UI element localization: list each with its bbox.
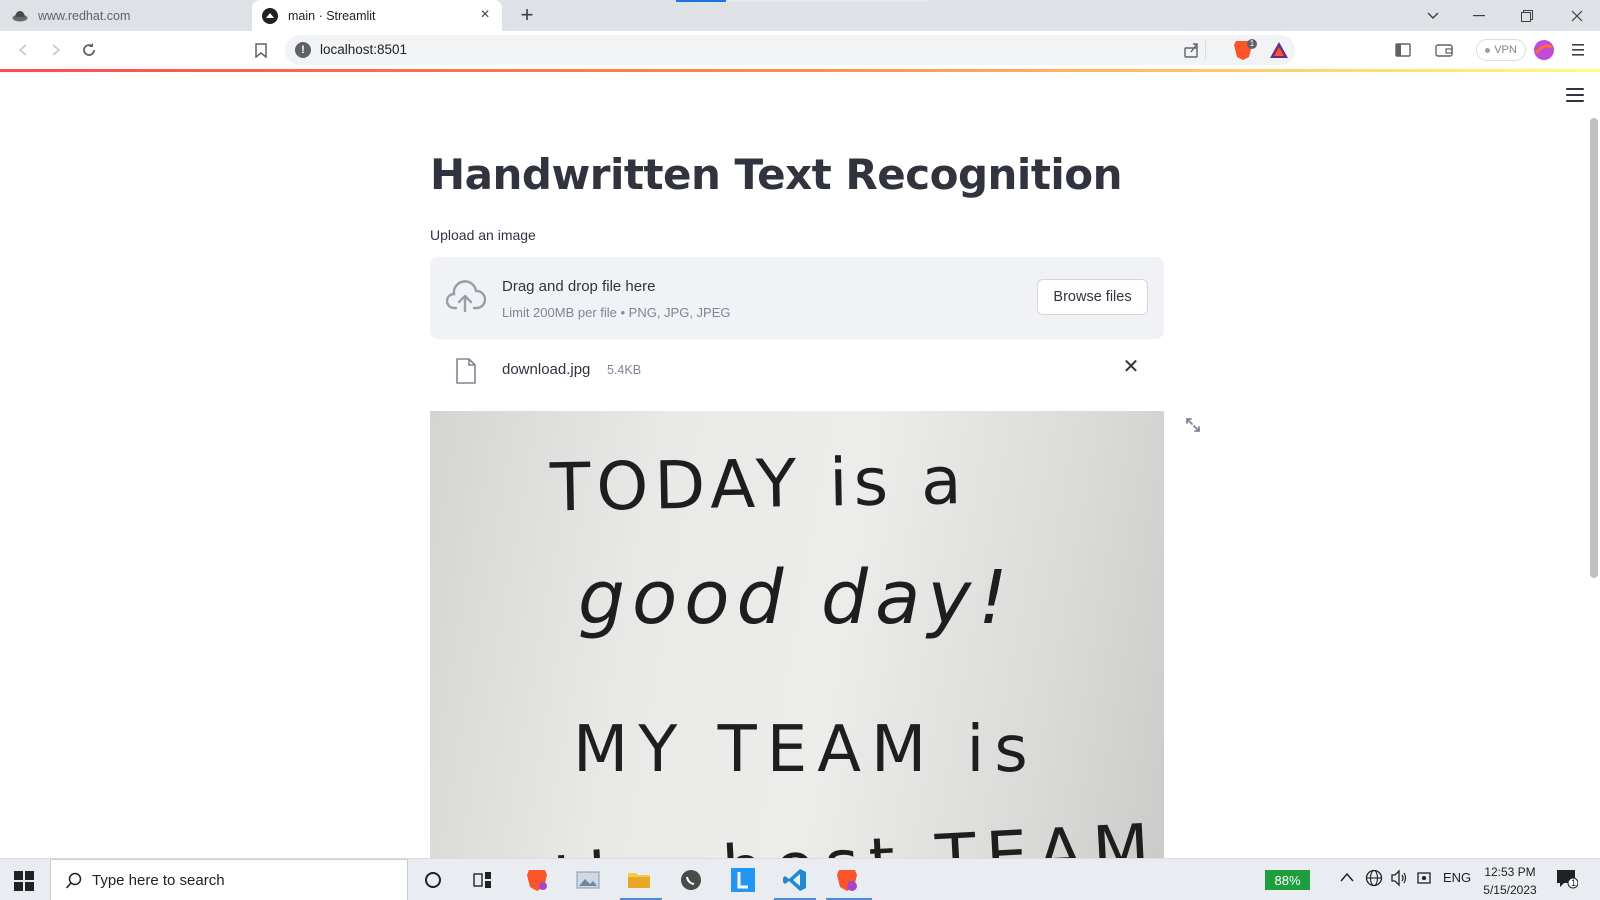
streamlit-status-bar	[0, 69, 1600, 72]
tab-title: main · Streamlit	[288, 8, 376, 23]
reload-icon[interactable]	[78, 39, 100, 61]
image-text-line: MY TEAM is	[573, 713, 1038, 787]
brave-rewards-icon[interactable]	[1269, 41, 1289, 64]
search-icon	[65, 872, 83, 890]
show-hidden-icons-icon[interactable]	[1340, 870, 1354, 885]
restore-button[interactable]	[1504, 0, 1550, 31]
streamlit-favicon-icon	[262, 7, 278, 24]
taskbar-search-box[interactable]: Type here to search	[50, 859, 408, 900]
redhat-favicon-icon	[12, 8, 28, 24]
image-text-line: the best TEAM!	[551, 807, 1164, 858]
bookmark-icon[interactable]	[250, 39, 272, 61]
omnibox-divider	[1205, 41, 1206, 59]
back-icon[interactable]	[12, 39, 34, 61]
file-size: 5.4KB	[607, 363, 642, 377]
task-view-icon[interactable]	[468, 865, 498, 895]
tab-redhat[interactable]: www.redhat.com	[0, 0, 252, 31]
uploaded-file-row: download.jpg 5.4KB ✕	[430, 350, 1164, 390]
clock-date: 5/15/2023	[1483, 883, 1537, 897]
browser-tab-strip: www.redhat.com main · Streamlit × +	[0, 0, 1600, 31]
close-window-button[interactable]	[1554, 0, 1600, 31]
brave-browser-icon[interactable]	[522, 865, 552, 895]
file-icon	[456, 358, 476, 384]
menu-icon[interactable]	[1567, 39, 1589, 61]
address-bar[interactable]: ! localhost:8501 1	[285, 35, 1295, 65]
uploaded-image: TODAY is a good day! MY TEAM is the best…	[430, 411, 1164, 858]
shields-badge: 1	[1249, 39, 1255, 48]
photos-app-icon[interactable]	[573, 865, 603, 895]
page-title: Handwritten Text Recognition	[430, 150, 1123, 199]
file-name: download.jpg	[502, 361, 591, 378]
share-icon[interactable]	[1183, 41, 1201, 64]
volume-icon[interactable]	[1390, 869, 1408, 890]
vpn-status-dot	[1485, 47, 1491, 53]
tab-title: www.redhat.com	[38, 8, 131, 23]
site-info-icon[interactable]: !	[295, 42, 311, 58]
brave-shields-icon[interactable]: 1	[1233, 39, 1257, 66]
file-explorer-icon[interactable]	[624, 865, 654, 895]
image-text-line: good day!	[578, 555, 1015, 641]
notification-count: 1	[1570, 878, 1576, 888]
brave-browser-active-icon[interactable]	[832, 865, 862, 895]
tab-group-indicator	[676, 0, 726, 2]
meet-now-icon[interactable]	[1416, 869, 1432, 890]
fullscreen-expand-icon[interactable]	[1184, 416, 1202, 434]
remove-file-icon[interactable]: ✕	[1120, 356, 1142, 378]
tab-streamlit[interactable]: main · Streamlit ×	[252, 0, 502, 31]
action-center-icon[interactable]: 1	[1556, 869, 1580, 891]
image-text-line: TODAY is a	[548, 442, 968, 526]
streamlit-main-menu-icon[interactable]	[1566, 88, 1584, 104]
whatsapp-icon[interactable]	[676, 865, 706, 895]
cortana-icon[interactable]	[418, 865, 448, 895]
browse-files-button[interactable]: Browse files	[1037, 279, 1148, 315]
l-app-icon[interactable]	[728, 865, 758, 895]
new-tab-button[interactable]: +	[516, 4, 538, 27]
cloud-upload-icon	[445, 280, 487, 316]
system-clock[interactable]: 12:53 PM 5/15/2023	[1475, 863, 1545, 899]
windows-start-icon[interactable]	[14, 871, 34, 891]
forward-icon[interactable]	[45, 39, 67, 61]
tab-search-chevron-icon[interactable]	[1410, 0, 1456, 31]
vpn-button[interactable]: VPN	[1476, 39, 1526, 61]
profile-avatar[interactable]	[1533, 39, 1555, 61]
tab-group-indicator	[728, 0, 928, 2]
browser-toolbar: ! localhost:8501 1 VPN	[0, 31, 1600, 69]
sidebar-icon[interactable]	[1392, 39, 1414, 61]
windows-taskbar: Type here to search 88% ENG 12:53 PM 5/1…	[0, 858, 1600, 900]
minimize-button[interactable]	[1456, 0, 1502, 31]
battery-indicator[interactable]: 88%	[1265, 870, 1310, 890]
uploader-label: Upload an image	[430, 227, 536, 243]
drag-drop-text: Drag and drop file here	[502, 278, 656, 295]
file-limit-text: Limit 200MB per file • PNG, JPG, JPEG	[502, 305, 731, 320]
network-globe-icon[interactable]	[1365, 869, 1383, 890]
vscode-icon[interactable]	[780, 865, 810, 895]
url-text: localhost:8501	[320, 42, 408, 57]
clock-time: 12:53 PM	[1484, 865, 1536, 879]
wallet-icon[interactable]	[1433, 39, 1455, 61]
file-dropzone[interactable]: Drag and drop file here Limit 200MB per …	[430, 257, 1164, 339]
search-placeholder: Type here to search	[92, 872, 225, 889]
language-indicator[interactable]: ENG	[1443, 870, 1471, 885]
vpn-label: VPN	[1494, 44, 1517, 56]
close-tab-icon[interactable]: ×	[478, 7, 492, 23]
page-scrollbar[interactable]	[1590, 118, 1598, 578]
